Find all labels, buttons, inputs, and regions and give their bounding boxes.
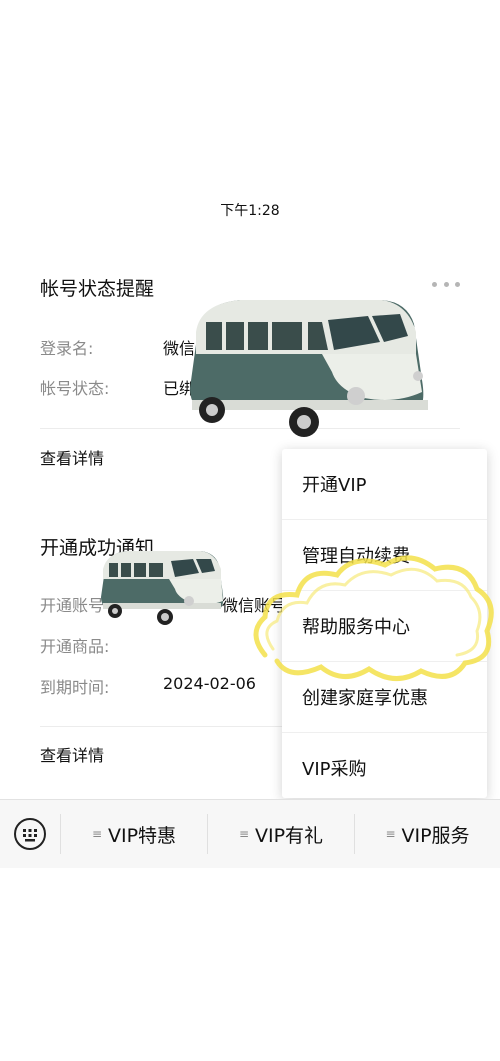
menu-item-open-vip[interactable]: 开通VIP	[282, 449, 487, 519]
menu-icon: ≡	[385, 827, 396, 841]
menu-item-family-offer[interactable]: 创建家庭享优惠	[282, 662, 487, 732]
menu-item-label: 开通VIP	[302, 475, 367, 496]
van-sticker-large	[190, 300, 428, 437]
row-label-expiry: 到期时间:	[40, 678, 110, 697]
row-label-product: 开通商品:	[40, 637, 110, 656]
tab-vip-service[interactable]: ≡ VIP服务	[355, 800, 500, 868]
status-time: 下午1:28	[220, 203, 280, 219]
menu-item-vip-purchase[interactable]: VIP采购	[282, 733, 487, 803]
menu-icon: ≡	[91, 827, 102, 841]
more-icon[interactable]	[432, 276, 460, 292]
tab-label: VIP有礼	[255, 824, 324, 847]
menu-item-label: 帮助服务中心	[302, 617, 410, 638]
keyboard-toggle-button[interactable]	[0, 800, 60, 868]
menu-item-label: 管理自动续费	[302, 546, 410, 567]
menu-icon: ≡	[238, 827, 249, 841]
row-label-login: 登录名:	[40, 339, 94, 358]
tab-label: VIP服务	[401, 824, 470, 847]
bottom-menu-bar: ≡ VIP特惠 ≡ VIP有礼 ≡ VIP服务	[0, 799, 500, 868]
van-sticker-small	[101, 551, 224, 625]
menu-item-auto-renew[interactable]: 管理自动续费	[282, 520, 487, 590]
card-title: 帐号状态提醒	[40, 278, 155, 300]
view-details-link[interactable]: 查看详情	[40, 445, 104, 469]
tab-label: VIP特惠	[108, 824, 177, 847]
row-value-account: 微信账号	[222, 596, 287, 615]
tab-vip-gifts[interactable]: ≡ VIP有礼	[208, 800, 354, 868]
row-value-expiry: 2024-02-06	[163, 674, 256, 693]
view-details-link[interactable]: 查看详情	[40, 742, 104, 766]
row-label-status: 帐号状态:	[40, 379, 110, 398]
tab-vip-deals[interactable]: ≡ VIP特惠	[61, 800, 207, 868]
menu-item-label: VIP采购	[302, 759, 367, 780]
row-label-account: 开通账号	[40, 596, 105, 615]
keyboard-icon	[14, 818, 46, 850]
menu-item-label: 创建家庭享优惠	[302, 688, 428, 709]
menu-item-help-center[interactable]: 帮助服务中心	[282, 591, 487, 661]
popup-menu: 开通VIP 管理自动续费 帮助服务中心 创建家庭享优惠 VIP采购	[282, 449, 487, 798]
